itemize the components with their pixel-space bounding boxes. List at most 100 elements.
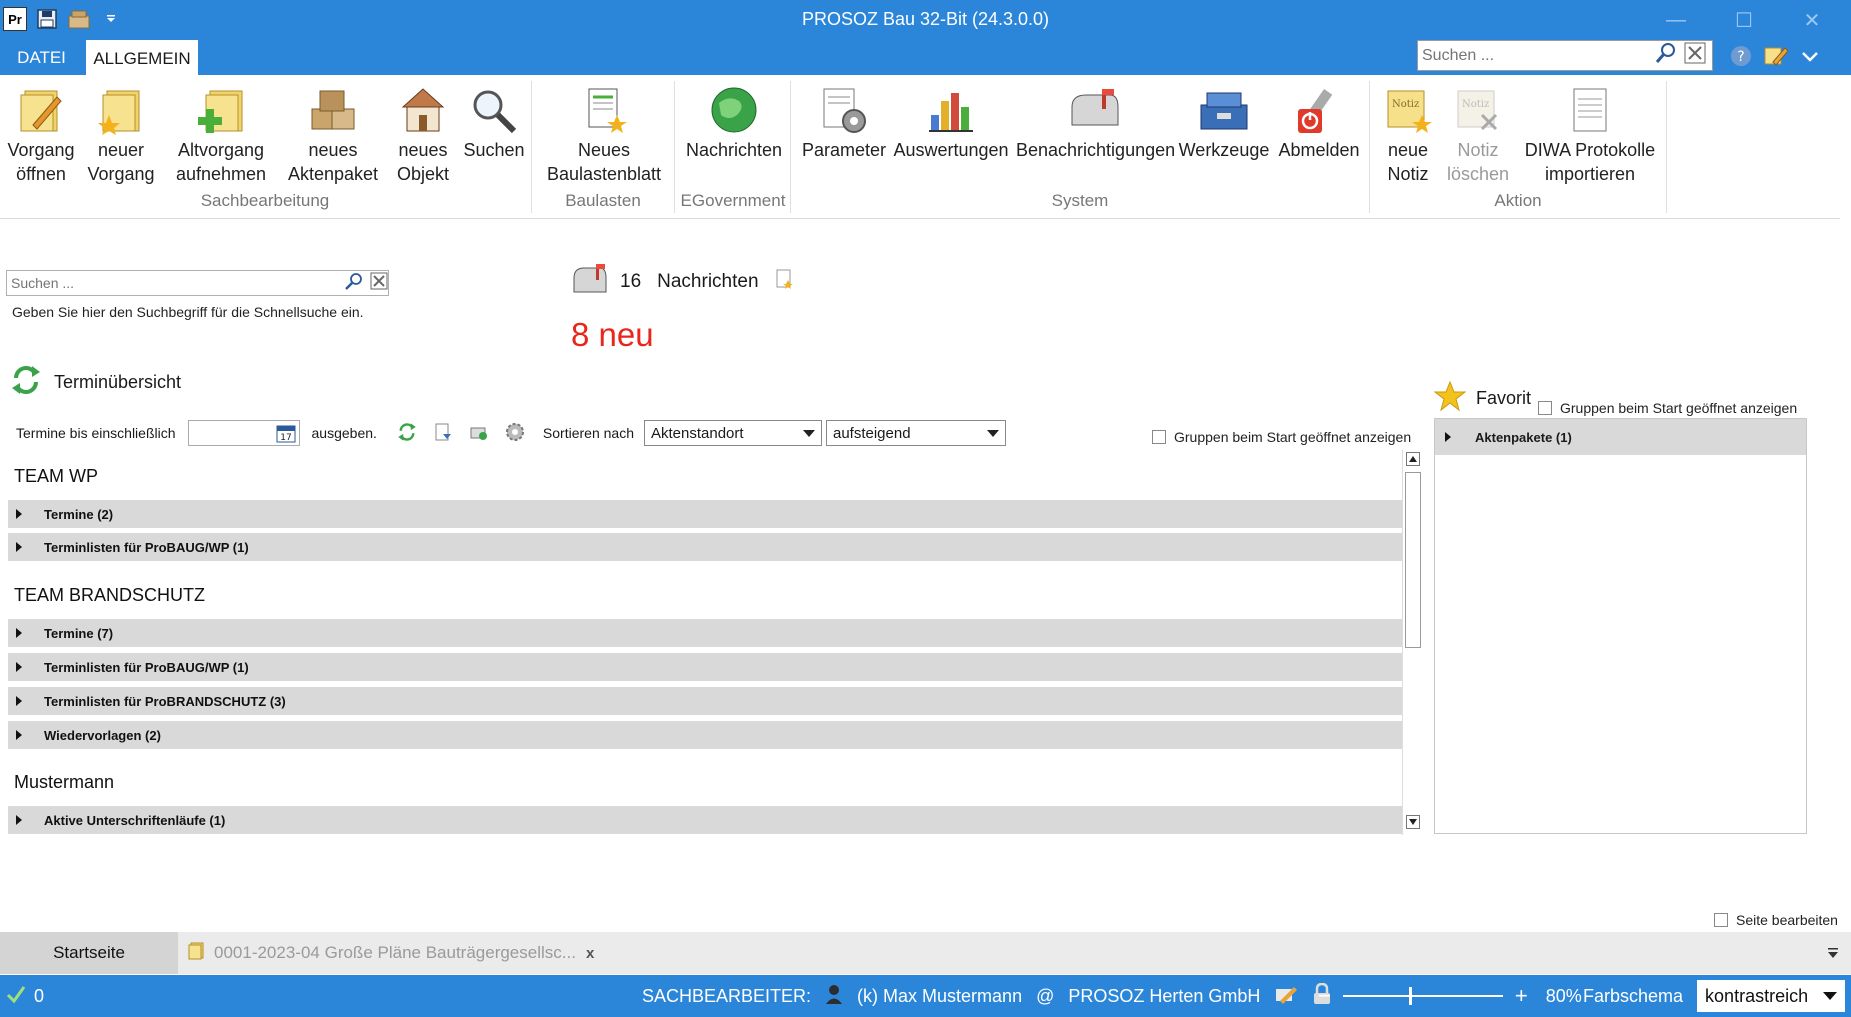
top-search-box [1417,40,1713,71]
expand-arrow-icon[interactable] [16,662,22,672]
expand-arrow-icon[interactable] [16,696,22,706]
list-item[interactable]: Termine (7) [8,619,1402,649]
checkbox[interactable] [1538,401,1552,415]
tab-startseite[interactable]: Startseite [0,932,178,974]
tab-close-icon[interactable]: x [586,945,594,962]
scroll-down-icon[interactable] [1406,815,1420,829]
messages-button[interactable]: Nachrichten [684,83,784,183]
notifications-button[interactable]: Benachrichtigungen [1016,83,1175,183]
collapse-ribbon-icon[interactable] [1799,44,1821,70]
search-icon[interactable] [344,271,364,296]
list-item[interactable]: Terminlisten für ProBRANDSCHUTZ (3) [8,687,1402,717]
list-item[interactable]: Terminlisten für ProBAUG/WP (1) [8,533,1402,563]
export-document-icon[interactable] [433,422,453,445]
list-item[interactable]: Wiedervorlagen (2) [8,721,1402,751]
sort-label: Sortieren nach [542,425,634,441]
open-case-button[interactable]: Vorgang öffnen [4,83,78,184]
clear-icon[interactable] [370,272,388,295]
new-file-package-button[interactable]: neues Aktenpaket [286,83,380,184]
organization-name[interactable]: PROSOZ Herten GmbH [1068,986,1260,1007]
top-search-input[interactable] [1418,46,1654,65]
clerk-name[interactable]: (k) Max Mustermann [857,986,1022,1007]
maximize-icon[interactable]: ☐ [1710,0,1778,40]
termin-overview-title: Terminübersicht [54,372,182,392]
list-item[interactable]: Aktive Unterschriftenläufe (1) [8,806,1402,835]
group-aktion: Aktion [1494,191,1542,210]
page-edit-checkbox[interactable]: Seite bearbeiten [1714,912,1838,928]
new-note-button[interactable]: Notiz neue Notiz [1376,83,1440,184]
help-icon[interactable]: ? [1729,44,1753,70]
edit-pencil-icon[interactable] [1763,44,1789,70]
expand-arrow-icon[interactable] [1445,432,1451,442]
list-item[interactable]: Termine (2) [8,500,1402,530]
minimize-icon[interactable]: — [1642,0,1710,40]
reports-button[interactable]: Auswertungen [892,83,1010,183]
termin-date-input[interactable]: 17 [187,420,300,446]
bar-chart-icon [892,83,1010,137]
scrollbar-thumb[interactable] [1405,472,1421,648]
messages-summary[interactable]: 16 Nachrichten [570,262,793,302]
termin-filter-bar: Termine bis einschließlich 17 ausgeben. … [16,418,1016,448]
color-scheme-select[interactable]: kontrastreich [1697,980,1846,1012]
zoom-in-button[interactable]: + [1515,983,1528,1009]
tab-document[interactable]: 0001-2023-04 Große Pläne Bauträgergesell… [188,932,594,974]
expand-arrow-icon[interactable] [16,730,22,740]
protocol-document-icon [1518,83,1662,137]
new-object-button[interactable]: neues Objekt [392,83,454,184]
parameter-button[interactable]: Parameter [800,83,888,183]
print-settings-icon[interactable] [469,422,489,445]
checkbox[interactable] [1714,913,1728,927]
zoom-slider-handle[interactable] [1408,987,1412,1005]
refresh-icon[interactable] [10,364,42,401]
gear-icon[interactable] [505,422,525,445]
tab-datei[interactable]: DATEI [0,40,83,75]
window-title: PROSOZ Bau 32-Bit (24.3.0.0) [801,9,1050,29]
zoom-slider[interactable] [1342,987,1503,1005]
tab-allgemein[interactable]: ALLGEMEIN [86,40,198,75]
ribbon-separator [1666,81,1667,213]
tools-button[interactable]: Werkzeuge [1178,83,1270,183]
new-baulastenblatt-button[interactable]: Neues Baulastenblatt [544,83,664,184]
expand-arrow-icon[interactable] [16,815,22,825]
toolbox-icon [1178,83,1270,137]
expand-arrow-icon[interactable] [16,542,22,552]
group-header: TEAM BRANDSCHUTZ [14,585,206,605]
import-old-case-button[interactable]: Altvorgang aufnehmen [174,83,268,184]
refresh-icon[interactable] [397,422,417,445]
window-controls: — ☐ ✕ [1642,0,1846,40]
svg-text:Notiz: Notiz [1462,99,1489,110]
termin-overview-header: Terminübersicht [10,364,181,401]
tab-document-label: 0001-2023-04 Große Pläne Bauträgergesell… [214,943,576,962]
sort-field-select[interactable]: Aktenstandort [643,420,822,446]
calendar-icon[interactable]: 17 [276,423,296,446]
new-case-button[interactable]: neuer Vorgang [86,83,156,184]
tabs-overflow-icon[interactable] [1826,946,1840,965]
clear-icon[interactable] [1684,42,1706,69]
search-button[interactable]: Suchen [462,83,526,183]
favorites-groups-open-checkbox[interactable]: Gruppen beim Start geöffnet anzeigen [1538,400,1798,416]
checkbox-label: Gruppen beim Start geöffnet anzeigen [1560,400,1798,416]
search-icon[interactable] [1654,41,1678,70]
messages-count: 16 [620,271,642,292]
checkbox-label: Gruppen beim Start geöffnet anzeigen [1174,429,1412,445]
chevron-down-icon [986,430,999,437]
zoom-out-button[interactable]: − [1318,983,1331,1009]
import-diwa-protocols-button[interactable]: DIWA Protokolle importieren [1518,83,1662,184]
logout-button[interactable]: Abmelden [1276,83,1362,183]
document-star-icon [544,83,664,137]
sort-order-select[interactable]: aufsteigend [825,420,1006,446]
termin-groups-open-checkbox[interactable]: Gruppen beim Start geöffnet anzeigen [1152,429,1411,445]
checkbox[interactable] [1152,430,1166,444]
list-item[interactable]: Terminlisten für ProBAUG/WP (1) [8,653,1402,683]
expand-arrow-icon[interactable] [16,628,22,638]
close-icon[interactable]: ✕ [1778,0,1846,40]
list-item[interactable]: Aktenpakete (1) [1435,419,1806,455]
delete-note-button[interactable]: Notiz Notiz löschen [1444,83,1512,184]
scroll-up-icon[interactable] [1406,452,1420,466]
expand-arrow-icon[interactable] [16,509,22,519]
new-messages-count[interactable]: 8 neu [571,316,654,354]
pen-icon[interactable] [1274,983,1298,1010]
termin-list-scrollbar[interactable] [1402,450,1422,835]
quick-search-input[interactable] [7,275,336,291]
new-document-icon[interactable] [775,268,793,296]
